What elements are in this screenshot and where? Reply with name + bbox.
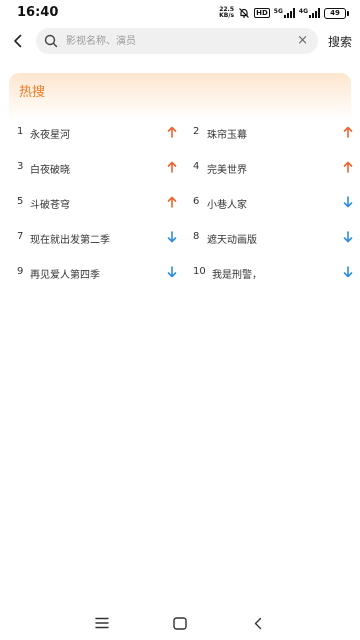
trend-down-icon xyxy=(343,231,353,243)
search-icon xyxy=(44,34,58,48)
trend-up-icon xyxy=(343,161,353,173)
trend-up-icon xyxy=(343,126,353,138)
system-nav-bar xyxy=(0,608,360,640)
status-bar: 16:40 22.5 KB/s HD 5G 4G 49 xyxy=(0,0,360,26)
battery-icon: 49 xyxy=(324,7,349,19)
trend-down-icon xyxy=(343,266,353,278)
rank-title: 再见爱人第四季 xyxy=(30,270,100,281)
rank-title: 永夜星河 xyxy=(30,130,70,141)
signal-icon xyxy=(283,8,295,18)
rank-title: 遮天动画版 xyxy=(207,235,257,246)
hot-search-item[interactable]: 1 永夜星河 xyxy=(17,123,177,143)
trend-down-icon xyxy=(167,231,177,243)
rank-number: 6 xyxy=(193,196,200,207)
signal-icon xyxy=(309,8,320,18)
hot-search-item[interactable]: 7 现在就出发第二季 xyxy=(17,228,177,248)
hot-search-item[interactable]: 5 斗破苍穹 xyxy=(17,193,177,213)
rank-title: 小巷人家 xyxy=(207,200,247,211)
rank-title: 我是刑警， xyxy=(212,270,262,281)
status-time: 16:40 xyxy=(17,5,59,20)
search-input[interactable] xyxy=(66,32,286,50)
back-icon[interactable] xyxy=(253,617,263,630)
signal-sim1: 5G xyxy=(274,8,295,18)
hot-search-title: 热搜 xyxy=(19,85,46,100)
rank-title: 白夜破晓 xyxy=(30,165,70,176)
hot-search-item[interactable]: 4 完美世界 xyxy=(193,158,353,178)
rank-number: 2 xyxy=(193,126,200,137)
trend-down-icon xyxy=(167,266,177,278)
trend-up-icon xyxy=(167,161,177,173)
menu-icon[interactable] xyxy=(95,617,109,629)
rank-title: 现在就出发第二季 xyxy=(30,235,110,246)
rank-title: 斗破苍穹 xyxy=(30,200,70,211)
sim2-network-label: 4G xyxy=(298,8,308,15)
search-box[interactable]: × xyxy=(36,28,318,54)
network-speed-unit: KB/s xyxy=(219,12,235,19)
home-icon[interactable] xyxy=(173,617,187,630)
hot-search-item[interactable]: 6 小巷人家 xyxy=(193,193,353,213)
rank-title: 珠帘玉幕 xyxy=(207,130,247,141)
rank-number: 9 xyxy=(17,266,24,277)
rank-number: 5 xyxy=(17,196,24,207)
sim1-network-label: 5G xyxy=(273,8,283,15)
search-header: × 搜索 xyxy=(0,26,360,56)
trend-down-icon xyxy=(343,196,353,208)
search-button[interactable]: 搜索 xyxy=(328,33,352,50)
signal-sim2: 4G xyxy=(299,8,320,18)
hot-search-item[interactable]: 8 遮天动画版 xyxy=(193,228,353,248)
network-speed: 22.5 KB/s xyxy=(219,7,234,19)
status-icons: 22.5 KB/s HD 5G 4G 49 xyxy=(219,6,349,20)
hot-search-item[interactable]: 3 白夜破晓 xyxy=(17,158,177,178)
rank-number: 1 xyxy=(17,126,24,137)
hot-search-item[interactable]: 2 珠帘玉幕 xyxy=(193,123,353,143)
trend-up-icon xyxy=(167,126,177,138)
rank-number: 7 xyxy=(17,231,24,242)
bell-off-icon xyxy=(239,8,250,18)
hot-search-item[interactable]: 9 再见爱人第四季 xyxy=(17,263,177,283)
rank-number: 4 xyxy=(193,161,200,172)
hot-search-header: 热搜 xyxy=(9,73,351,121)
hot-search-item[interactable]: 10 我是刑警， xyxy=(193,263,353,283)
rank-number: 3 xyxy=(17,161,24,172)
rank-number: 8 xyxy=(193,231,200,242)
rank-number: 10 xyxy=(193,266,206,277)
back-arrow-icon[interactable] xyxy=(9,32,27,50)
hd-badge: HD xyxy=(254,8,270,18)
rank-title: 完美世界 xyxy=(207,165,247,176)
trend-up-icon xyxy=(167,196,177,208)
clear-icon[interactable]: × xyxy=(297,33,308,49)
